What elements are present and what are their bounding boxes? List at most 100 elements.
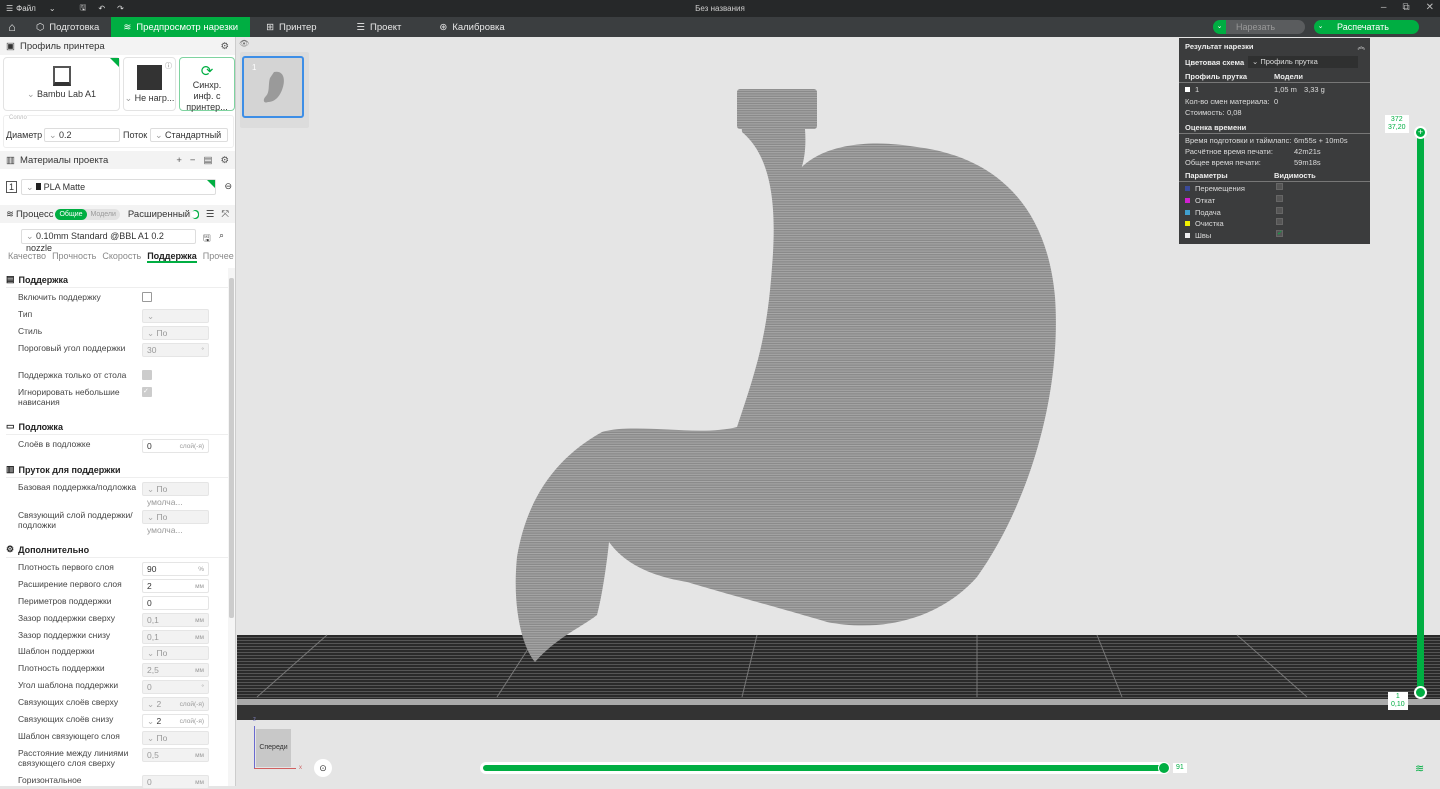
param-row: Расширение первого слоя 2 мм	[18, 579, 209, 593]
param-label: Горизонтальное	[18, 775, 82, 785]
redo-button[interactable]: ↷	[111, 4, 130, 13]
save-button[interactable]: 🖫	[74, 2, 93, 16]
param-row: Зазор поддержки снизу 0,1 мм	[18, 630, 209, 644]
param-value-input[interactable]: 0 мм	[142, 775, 209, 789]
plate-type-select[interactable]: ⌄ Не нагр... ⓘ	[123, 57, 176, 111]
process-icon: ≋	[6, 208, 14, 220]
layers-icon[interactable]: ≋	[1415, 762, 1424, 775]
param-checkbox[interactable]	[142, 292, 152, 302]
list-icon[interactable]: ☰	[206, 209, 215, 220]
settings-scrollbar[interactable]	[228, 268, 235, 786]
param-value-input[interactable]: 0 °	[142, 680, 209, 694]
param-row: Угол шаблона поддержки 0 °	[18, 680, 209, 694]
param-row: Расстояние между линиями связующего слоя…	[18, 748, 209, 768]
visibility-checkbox[interactable]	[1276, 183, 1283, 190]
param-value-input[interactable]: ⌄ По умолча...	[142, 731, 209, 756]
visibility-checkbox[interactable]	[1276, 218, 1283, 226]
tab-preview[interactable]: ≋ Предпросмотр нарезки	[111, 17, 251, 37]
color-scheme-select[interactable]: ⌄ Профиль прутка	[1248, 56, 1358, 68]
compare-icon[interactable]: ⤧	[221, 209, 229, 220]
param-value-input[interactable]: ⌄ По умолча...	[142, 510, 209, 535]
param-value-input[interactable]: 0,5 мм	[142, 748, 209, 762]
param-value-input[interactable]: ⌄ По умолча...	[142, 482, 209, 507]
subtab-strength[interactable]: Прочность	[52, 251, 96, 263]
process-preset-select[interactable]: ⌄ 0.10mm Standard @BBL A1 0.2 nozzle	[21, 229, 196, 253]
home-button[interactable]: ⌂	[0, 17, 24, 37]
move-slider-handle[interactable]	[1158, 762, 1170, 774]
file-menu[interactable]: ☰ Файл ⌄	[0, 4, 62, 13]
param-value-input[interactable]: 0	[142, 596, 209, 610]
layer-slider-bottom-handle[interactable]	[1414, 686, 1427, 699]
param-value-input[interactable]: 0 слой(-я)	[142, 439, 209, 453]
param-value-input[interactable]: 90%	[142, 562, 209, 576]
view-cube[interactable]: Спереди	[256, 729, 291, 767]
restore-button[interactable]: ⧉	[1402, 2, 1409, 13]
param-value-input[interactable]: ⌄ По умолча...	[142, 326, 209, 351]
advanced-toggle[interactable]	[190, 209, 199, 219]
subtab-quality[interactable]: Качество	[8, 251, 46, 263]
param-label: Связующих слоёв сверху	[18, 697, 119, 707]
remove-icon[interactable]: −	[190, 155, 196, 166]
param-row: Поддержка только от стола	[18, 370, 208, 380]
close-button[interactable]: ✕	[1426, 2, 1434, 13]
process-scope-toggle[interactable]: Общие Модели	[55, 208, 120, 220]
subtab-support[interactable]: Поддержка	[147, 251, 197, 263]
param-label: Связующих слоёв снизу	[18, 714, 114, 724]
undo-button[interactable]: ↶	[92, 4, 111, 13]
param-checkbox[interactable]	[142, 370, 152, 380]
search-icon[interactable]: ⌕	[219, 230, 224, 241]
param-value-input[interactable]: ⌄ 2 слой(-я)	[142, 714, 209, 728]
visibility-checkbox[interactable]: ✓	[1276, 230, 1283, 238]
tab-project[interactable]: ☰ Проект	[345, 17, 414, 37]
param-label: Пороговый угол поддержки	[18, 343, 126, 353]
info-icon[interactable]: ⓘ	[165, 61, 172, 71]
gear-icon[interactable]: ⚙	[220, 155, 229, 166]
printer-select[interactable]: ⌄ Bambu Lab A1	[3, 57, 120, 111]
add-icon[interactable]: +	[176, 155, 182, 166]
slice-plate-button[interactable]: ⌄Нарезать стол	[1213, 20, 1305, 34]
visibility-checkbox[interactable]	[1276, 194, 1283, 202]
param-value-input[interactable]: ⌄ 2 слой(-я)	[142, 697, 209, 711]
nozzle-diameter-select[interactable]: ⌄ 0.2	[44, 128, 120, 142]
legend-item: Перемещения	[1185, 184, 1245, 193]
layer-slider-top-handle[interactable]: +	[1414, 126, 1427, 139]
material-select[interactable]: ⌄ PLA Matte	[21, 179, 216, 195]
layer-bottom-label: 1 0,10	[1388, 692, 1408, 710]
param-value-input[interactable]: 2,5 мм	[142, 663, 209, 677]
param-value-input[interactable]: ⌄ Древовидн...	[142, 309, 209, 334]
sync-printer-button[interactable]: ⟳ Синхр. инф. с принтер...	[179, 57, 235, 112]
param-value-input[interactable]: ⌄ По умолча...	[142, 646, 209, 671]
chevron-down-icon[interactable]: ⌄	[1314, 20, 1327, 34]
visibility-checkbox[interactable]	[1276, 206, 1283, 214]
save-preset-icon[interactable]: 🖫	[203, 231, 211, 247]
gear-icon[interactable]: ⚙	[220, 41, 229, 52]
move-slider[interactable]	[480, 762, 1170, 774]
minimize-button[interactable]: –	[1381, 2, 1387, 13]
print-plate-button[interactable]: ⌄Распечатать стол	[1314, 20, 1419, 34]
remove-material-icon[interactable]: ⊖	[224, 181, 232, 192]
param-value-input[interactable]: 0,1 мм	[142, 630, 209, 644]
param-row: Пороговый угол поддержки 30 °	[18, 343, 209, 357]
nozzle-flow-select[interactable]: ⌄ Стандартный	[150, 128, 228, 142]
tab-calibration[interactable]: ⊛ Калибровка	[427, 17, 516, 37]
param-label: Зазор поддержки сверху	[18, 613, 115, 623]
layer-slider[interactable]	[1417, 132, 1424, 692]
axis-x-line	[254, 768, 296, 769]
param-label: Тип	[18, 309, 33, 319]
tab-printer[interactable]: ⊞ Принтер	[254, 17, 328, 37]
param-row: Шаблон связующего слоя ⌄ По умолча...	[18, 731, 209, 756]
printer-icon: ▣	[6, 40, 15, 52]
param-label: Слоёв в подложке	[18, 439, 91, 449]
param-checkbox[interactable]: ✓	[142, 387, 152, 397]
param-value-input[interactable]: 2 мм	[142, 579, 209, 593]
collapse-icon[interactable]: ︽	[1358, 41, 1366, 52]
chevron-down-icon[interactable]: ⌄	[1213, 20, 1226, 34]
param-value-input[interactable]: 30 °	[142, 343, 209, 357]
tab-prepare[interactable]: ⬡ Подготовка	[24, 17, 111, 37]
subtab-speed[interactable]: Скорость	[102, 251, 141, 263]
sync-filament-icon[interactable]: ▤	[203, 155, 212, 166]
subtab-other[interactable]: Прочее	[203, 251, 234, 263]
fit-view-button[interactable]: ⊙	[314, 759, 332, 777]
param-value-input[interactable]: 0,1 мм	[142, 613, 209, 627]
printer-image-icon	[52, 66, 71, 86]
